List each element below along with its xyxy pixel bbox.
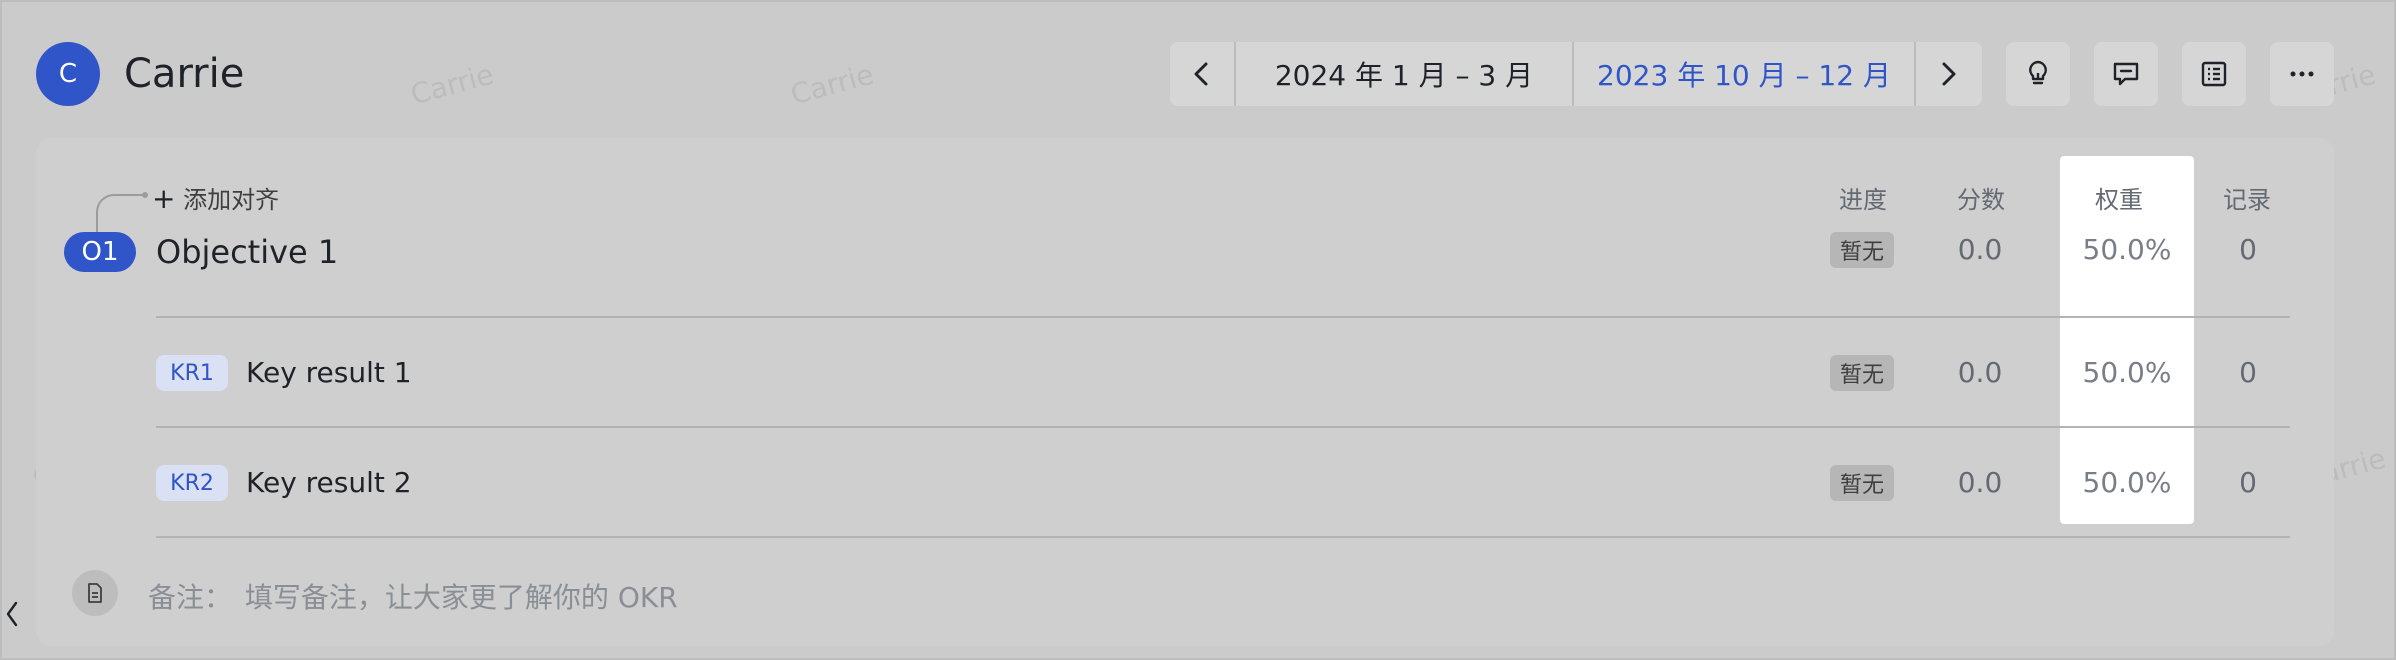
comment-button[interactable]: [2094, 42, 2158, 106]
avatar-letter: C: [58, 59, 78, 89]
note-field[interactable]: 备注： 填写备注，让大家更了解你的 OKR: [148, 576, 678, 616]
period-current[interactable]: 2024 年 1 月 – 3 月: [1234, 42, 1572, 106]
objective-records[interactable]: 0: [2188, 232, 2308, 268]
next-period-button[interactable]: [1916, 42, 1980, 106]
more-icon: [2290, 71, 2314, 77]
key-result-records[interactable]: 0: [2188, 355, 2308, 391]
objective-badge: O1: [64, 232, 136, 272]
plus-icon: +: [152, 182, 176, 215]
avatar[interactable]: C: [36, 42, 100, 106]
column-header-records: 记录: [2223, 186, 2271, 214]
list-button[interactable]: [2182, 42, 2246, 106]
chevron-left-icon: [1194, 62, 1208, 86]
key-result-title[interactable]: Key result 2: [246, 465, 412, 501]
row-divider: [156, 426, 2290, 428]
column-header-weight: 权重: [2095, 186, 2143, 214]
key-result-weight[interactable]: 50.0%: [2060, 355, 2194, 391]
row-divider: [156, 316, 2290, 318]
key-result-progress-tag: 暂无: [1830, 355, 1894, 391]
column-header-score: 分数: [1957, 186, 2005, 214]
document-icon: [88, 583, 102, 603]
prev-period-button[interactable]: [1170, 42, 1234, 106]
objective-title[interactable]: Objective 1: [156, 232, 338, 272]
row-divider: [156, 536, 2290, 538]
note-label: 备注：: [148, 581, 233, 614]
list-icon: [2201, 61, 2227, 87]
note-icon: [72, 570, 118, 616]
collapse-sidebar-button[interactable]: [2, 576, 22, 652]
key-result-weight[interactable]: 50.0%: [2060, 465, 2194, 501]
watermark: Carrie: [407, 57, 498, 112]
key-result-title[interactable]: Key result 1: [246, 355, 412, 391]
alignment-connector: [96, 194, 142, 232]
user-name: Carrie: [124, 51, 245, 97]
key-result-records[interactable]: 0: [2188, 465, 2308, 501]
objective-weight[interactable]: 50.0%: [2060, 232, 2194, 268]
note-placeholder: 填写备注，让大家更了解你的 OKR: [244, 581, 678, 614]
lightbulb-icon: [2029, 60, 2047, 85]
period-switcher: 2024 年 1 月 – 3 月 2023 年 10 月 – 12 月: [1170, 42, 1982, 106]
objective-progress-tag: 暂无: [1830, 232, 1894, 268]
column-header-progress: 进度: [1839, 186, 1887, 214]
more-button[interactable]: [2270, 42, 2334, 106]
chevron-right-icon: [1942, 62, 1956, 86]
key-result-badge: KR2: [156, 465, 228, 501]
add-alignment-button[interactable]: + 添加对齐: [152, 180, 279, 215]
okr-page: Carrie Carrie Carrie Carrie Carrie Carri…: [0, 0, 2396, 660]
period-selected[interactable]: 2023 年 10 月 – 12 月: [1572, 42, 1916, 106]
objective-score[interactable]: 0.0: [1920, 232, 2040, 268]
key-result-progress-tag: 暂无: [1830, 465, 1894, 501]
comment-icon: [2113, 62, 2139, 86]
key-result-score[interactable]: 0.0: [1920, 465, 2040, 501]
add-alignment-label: 添加对齐: [183, 186, 280, 214]
chevron-left-icon: [6, 601, 18, 627]
key-result-badge: KR1: [156, 355, 228, 391]
tips-button[interactable]: [2006, 42, 2070, 106]
watermark: Carrie: [787, 57, 878, 112]
key-result-score[interactable]: 0.0: [1920, 355, 2040, 391]
alignment-connector-dot: [142, 192, 148, 198]
